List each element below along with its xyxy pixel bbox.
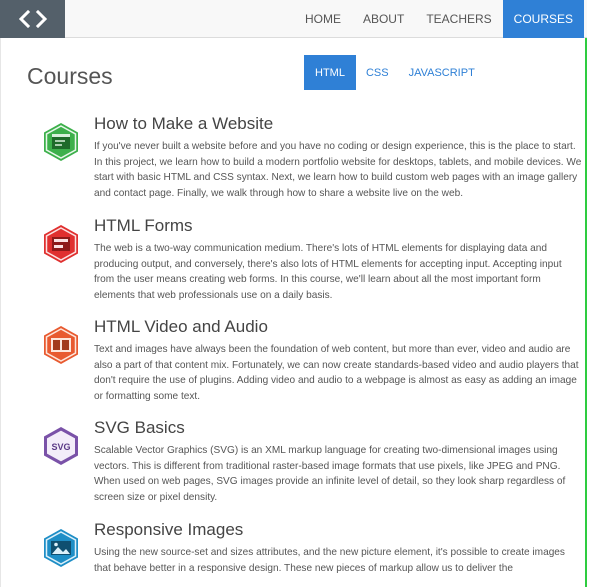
browser-window-icon (44, 123, 78, 161)
media-icon (44, 326, 78, 364)
tab-html[interactable]: HTML (304, 55, 356, 90)
course-description: If you've never built a website before a… (94, 141, 582, 199)
page-title: Courses (27, 63, 113, 89)
nav-courses-link[interactable]: COURSES (502, 0, 584, 38)
course-title[interactable]: HTML Video and Audio (94, 317, 268, 337)
tab-javascript[interactable]: JAVASCRIPT (399, 55, 485, 90)
main-nav: HOME ABOUT TEACHERS COURSES (294, 0, 584, 38)
course-description: The web is a two-way communication mediu… (94, 243, 562, 301)
svg-icon-label: SVG (51, 442, 70, 452)
nav-about-link[interactable]: ABOUT (352, 0, 415, 38)
course-title[interactable]: Responsive Images (94, 520, 243, 540)
course-description: Text and images have always been the fou… (94, 344, 579, 402)
svg-icon: SVG (44, 427, 78, 465)
course-title[interactable]: HTML Forms (94, 216, 193, 236)
top-navbar: HOME ABOUT TEACHERS COURSES (0, 0, 587, 38)
code-brackets-icon[interactable] (0, 0, 65, 38)
form-icon (44, 225, 78, 263)
responsive-images-icon (44, 529, 78, 567)
course-tabs: HTML CSS JAVASCRIPT (304, 55, 485, 90)
course-description: Scalable Vector Graphics (SVG) is an XML… (94, 445, 566, 503)
course-title[interactable]: How to Make a Website (94, 114, 273, 134)
course-description: Using the new source-set and sizes attri… (94, 547, 565, 574)
nav-home-link[interactable]: HOME (294, 0, 352, 38)
nav-teachers-link[interactable]: TEACHERS (415, 0, 502, 38)
course-title[interactable]: SVG Basics (94, 418, 185, 438)
tab-css[interactable]: CSS (356, 55, 399, 90)
